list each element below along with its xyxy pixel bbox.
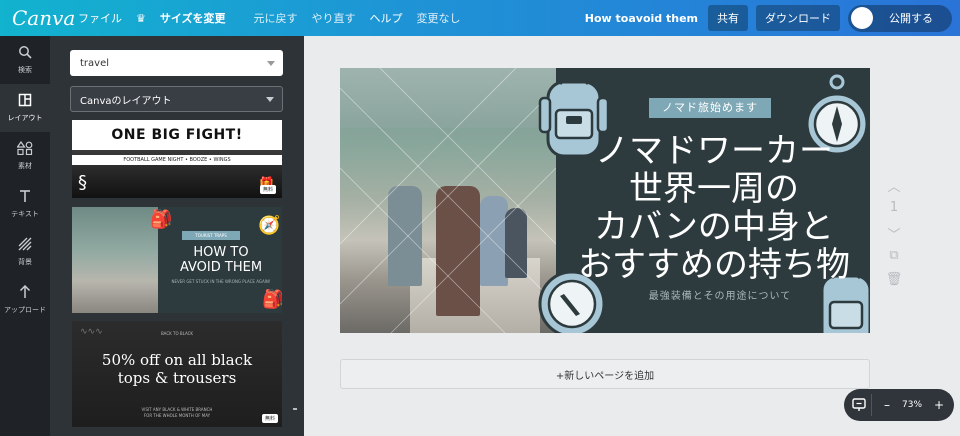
top-menu: ファイル ♛ サイズを変更 元に戻す やり直す ヘルプ 変更なし: [78, 10, 475, 26]
title-line: tops & trousers: [117, 369, 237, 387]
zoom-value[interactable]: 73%: [902, 400, 922, 410]
template-top-text: BACK TO BLACK: [160, 331, 194, 336]
template-photo: [72, 207, 158, 313]
template-thumbnail-3[interactable]: ∿∿∿ BACK TO BLACK 50% off on all black t…: [72, 321, 282, 427]
layout-select-value: Canvaのレイアウト: [80, 95, 172, 107]
backpack-icon: 🎒: [150, 209, 173, 230]
nav-label: 検索: [18, 66, 32, 74]
top-bar: Canva ファイル ♛ サイズを変更 元に戻す やり直す ヘルプ 変更なし Ho…: [0, 0, 960, 36]
design-title[interactable]: ノマドワーカー 世界一周の カバンの中身と おすすめの持ち物: [558, 132, 870, 284]
zoom-in-button[interactable]: +: [934, 398, 944, 412]
free-badge: 無料: [259, 185, 276, 194]
template-bottom-text: FOR THE WHOLE MONTH OF MAY: [143, 413, 211, 418]
move-down-icon[interactable]: ﹀: [884, 224, 904, 248]
menu-resize[interactable]: ♛ サイズを変更: [136, 10, 240, 26]
zoom-out-button[interactable]: –: [884, 398, 890, 412]
text-icon: [18, 189, 32, 207]
title-line: おすすめの持ち物: [578, 245, 850, 285]
copy-icon[interactable]: ⧉: [884, 248, 904, 272]
add-page-button[interactable]: +新しいページを追加: [340, 359, 870, 389]
swirl-icon: §: [78, 172, 87, 193]
template-tag: TOURIST TRAPS: [182, 231, 240, 240]
elements-icon: [16, 140, 33, 159]
menu-resize-label: サイズを変更: [159, 12, 226, 25]
download-button[interactable]: ダウンロード: [756, 5, 840, 31]
template-band: FOOTBALL GAME NIGHT • BOOZE • WINGS: [72, 155, 282, 165]
crown-icon: ♛: [136, 11, 146, 25]
menu-help[interactable]: ヘルプ: [370, 10, 403, 26]
layout-source-select[interactable]: Canvaのレイアウト: [70, 86, 283, 112]
backpack-icon: 🎒: [262, 289, 282, 310]
template-title: HOW TO AVOID THEM: [160, 245, 282, 275]
menu-undo[interactable]: 元に戻す: [254, 10, 298, 26]
design-photo[interactable]: [340, 68, 556, 333]
nav-elements[interactable]: 素材: [0, 132, 50, 180]
nav-background[interactable]: 背景: [0, 228, 50, 276]
nav-label: レイアウト: [7, 114, 43, 122]
title-line: 世界一周の: [629, 169, 799, 209]
diamond-lines-decoration: [340, 68, 556, 333]
trash-icon[interactable]: 🗑: [884, 272, 904, 296]
layout-icon: [18, 93, 32, 111]
compass-icon: 🧭: [258, 215, 281, 236]
template-subtitle: NEVER GET STUCK IN THE WRONG PLACE AGAIN…: [171, 279, 271, 284]
title-line: 50% off on all black: [101, 351, 253, 369]
top-right-group: How toavoid them 共有 ダウンロード 公開する: [585, 4, 952, 32]
design-subtitle[interactable]: 最強装備とその用途について: [570, 287, 870, 302]
page-side-tools: ︿ 1 ﹀ ⧉ 🗑: [884, 176, 904, 296]
nav-search[interactable]: 検索: [0, 36, 50, 84]
share-button[interactable]: 共有: [708, 5, 748, 31]
nav-label: アップロード: [4, 306, 46, 314]
template-thumbnail-1[interactable]: ONE BIG FIGHT! FOOTBALL GAME NIGHT • BOO…: [72, 120, 282, 198]
title-line: ノマドワーカー: [595, 131, 833, 171]
menu-redo[interactable]: やり直す: [312, 10, 356, 26]
background-icon: [18, 237, 32, 255]
publish-toggle[interactable]: 公開する: [848, 4, 952, 32]
template-title: ONE BIG FIGHT!: [72, 120, 282, 150]
nav-label: テキスト: [11, 210, 39, 218]
nav-label: 背景: [18, 258, 32, 266]
canva-logo[interactable]: Canva: [12, 6, 78, 30]
design-page[interactable]: ノマド旅始めます ノマドワーカー 世界一周の カバンの中身と おすすめの持ち物 …: [340, 68, 870, 333]
layouts-panel: travel Canvaのレイアウト ONE BIG FIGHT! FOOTBA…: [50, 36, 304, 436]
panel-scrollbar[interactable]: [293, 408, 297, 410]
search-value: travel: [80, 57, 110, 69]
template-title: 50% off on all black tops & trousers: [72, 351, 282, 387]
template-thumbnail-2[interactable]: 🎒 🧭 🎒 TOURIST TRAPS HOW TO AVOID THEM NE…: [72, 207, 282, 313]
document-title[interactable]: How toavoid them: [585, 12, 698, 25]
menu-file[interactable]: ファイル: [78, 10, 122, 26]
search-input[interactable]: travel: [70, 50, 283, 76]
title-line: AVOID THEM: [179, 260, 263, 275]
save-status: 変更なし: [416, 12, 461, 25]
move-up-icon[interactable]: ︿: [884, 176, 904, 200]
left-nav: 検索 レイアウト 素材 テキスト 背景 アップロード: [0, 36, 50, 436]
design-tag[interactable]: ノマド旅始めます: [649, 98, 771, 118]
zoom-control: – 73% +: [844, 389, 954, 421]
nav-text[interactable]: テキスト: [0, 180, 50, 228]
chevron-down-icon: [266, 97, 274, 102]
title-line: カバンの中身と: [594, 207, 834, 247]
template-bottom-text: VISIT ANY BLACK & WHITE BRANCH: [141, 407, 213, 412]
toggle-knob: [851, 7, 873, 29]
nav-label: 素材: [18, 162, 32, 170]
page-number: 1: [889, 200, 899, 215]
chevron-down-icon[interactable]: [267, 61, 275, 66]
canvas-area: ノマド旅始めます ノマドワーカー 世界一周の カバンの中身と おすすめの持ち物 …: [304, 36, 960, 436]
title-line: HOW TO: [193, 245, 249, 260]
search-icon: [18, 45, 32, 63]
help-icon[interactable]: [850, 394, 872, 416]
upload-icon: [18, 284, 32, 303]
nav-upload[interactable]: アップロード: [0, 276, 50, 324]
publish-label: 公開する: [889, 12, 933, 25]
nav-layout[interactable]: レイアウト: [0, 84, 50, 132]
free-badge: 無料: [261, 414, 278, 423]
